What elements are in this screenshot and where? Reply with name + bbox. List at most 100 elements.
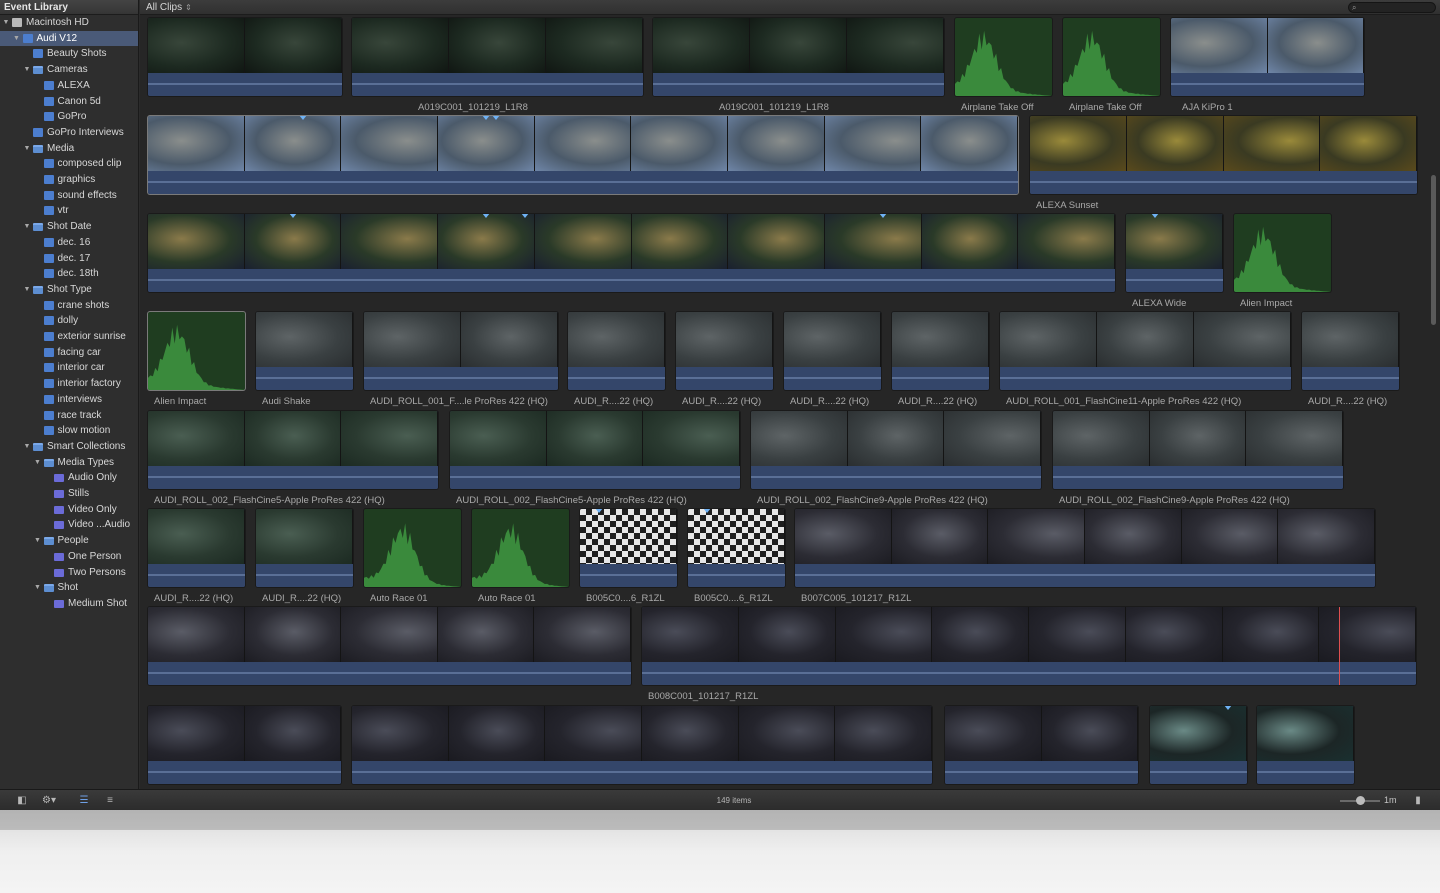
video-clip[interactable] <box>148 411 438 489</box>
video-clip[interactable] <box>148 214 1115 292</box>
video-clip[interactable] <box>945 706 1138 784</box>
disclosure-triangle-icon[interactable]: ▼ <box>23 141 31 156</box>
sidebar-item[interactable]: dec. 17 <box>0 251 138 267</box>
clip-zoom-knob[interactable] <box>1356 796 1365 805</box>
video-clip[interactable] <box>580 509 677 587</box>
video-clip[interactable] <box>688 509 785 587</box>
sidebar-item[interactable]: interior factory <box>0 376 138 392</box>
marker-icon[interactable] <box>1223 706 1232 710</box>
video-clip[interactable] <box>568 312 665 390</box>
video-clip[interactable] <box>352 18 643 96</box>
video-clip[interactable] <box>1000 312 1291 390</box>
video-clip[interactable] <box>751 411 1041 489</box>
sidebar-item[interactable]: Stills <box>0 486 138 502</box>
sidebar-item[interactable]: dec. 16 <box>0 235 138 251</box>
sidebar-item[interactable]: slow motion <box>0 423 138 439</box>
sidebar-item[interactable]: vtr <box>0 203 138 219</box>
sidebar-item[interactable]: race track <box>0 408 138 424</box>
sidebar-item[interactable]: crane shots <box>0 298 138 314</box>
audio-clip[interactable] <box>472 509 569 587</box>
sidebar-item[interactable]: composed clip <box>0 156 138 172</box>
clip-appearance-button[interactable]: ▮ <box>1410 794 1426 807</box>
marker-icon[interactable] <box>703 509 712 513</box>
audio-clip[interactable] <box>364 509 461 587</box>
video-clip[interactable] <box>148 116 1018 194</box>
sidebar-item[interactable]: dec. 18th <box>0 266 138 282</box>
disclosure-triangle-icon[interactable]: ▼ <box>34 455 42 470</box>
sidebar-item[interactable]: interviews <box>0 392 138 408</box>
sidebar-item[interactable]: GoPro Interviews <box>0 125 138 141</box>
video-clip[interactable] <box>364 312 558 390</box>
sidebar-item[interactable]: sound effects <box>0 188 138 204</box>
video-clip[interactable] <box>892 312 989 390</box>
marker-icon[interactable] <box>492 116 500 120</box>
marker-icon[interactable] <box>482 214 491 218</box>
sidebar-item[interactable]: ▼ Shot Type <box>0 282 138 298</box>
video-clip[interactable] <box>1053 411 1343 489</box>
sidebar-item[interactable]: GoPro <box>0 109 138 125</box>
filmstrip-view-button[interactable]: ☰ <box>74 794 94 807</box>
marker-icon[interactable] <box>289 214 298 218</box>
marker-icon[interactable] <box>878 214 887 218</box>
search-field[interactable]: ⌕ <box>1348 2 1436 13</box>
disclosure-triangle-icon[interactable]: ▼ <box>2 15 10 30</box>
marker-icon[interactable] <box>1151 214 1160 218</box>
action-menu-button[interactable]: ⚙▾ <box>36 794 62 807</box>
video-clip[interactable] <box>1171 18 1364 96</box>
sidebar-item[interactable]: ▼ Smart Collections <box>0 439 138 455</box>
disclosure-triangle-icon[interactable]: ▼ <box>34 580 42 595</box>
sidebar-item[interactable]: ▼ Media Types <box>0 455 138 471</box>
video-clip[interactable] <box>784 312 881 390</box>
sidebar-item[interactable]: ▼ Audi V12 <box>0 30 138 47</box>
video-clip[interactable] <box>352 706 932 784</box>
clip-filter-popup[interactable]: All Clips ⇕ <box>146 0 192 15</box>
video-clip[interactable] <box>795 509 1375 587</box>
sidebar-item[interactable]: interior car <box>0 360 138 376</box>
browser-scrollbar[interactable] <box>1428 15 1440 789</box>
sidebar-item[interactable]: graphics <box>0 172 138 188</box>
scrollbar-thumb[interactable] <box>1431 175 1436 325</box>
sidebar-item[interactable]: ▼ Macintosh HD <box>0 15 138 31</box>
disclosure-triangle-icon[interactable]: ▼ <box>34 533 42 548</box>
disclosure-triangle-icon[interactable]: ▼ <box>23 439 31 454</box>
marker-icon[interactable] <box>298 116 307 120</box>
sidebar-item[interactable]: dolly <box>0 313 138 329</box>
sidebar-item[interactable]: ALEXA <box>0 78 138 94</box>
video-clip[interactable] <box>148 607 631 685</box>
video-clip[interactable] <box>1126 214 1223 292</box>
disclosure-triangle-icon[interactable]: ▼ <box>23 62 31 77</box>
video-clip[interactable] <box>256 312 353 390</box>
sidebar-item[interactable]: Medium Shot <box>0 596 138 612</box>
list-view-button[interactable]: ≡ <box>100 794 120 807</box>
audio-clip[interactable] <box>955 18 1052 96</box>
sidebar-item[interactable]: ▼ Shot Date <box>0 219 138 235</box>
sidebar-item[interactable]: Beauty Shots <box>0 46 138 62</box>
video-clip[interactable] <box>653 18 944 96</box>
audio-clip[interactable] <box>1234 214 1331 292</box>
video-clip[interactable] <box>148 509 245 587</box>
disclosure-triangle-icon[interactable]: ▼ <box>13 31 21 46</box>
video-clip[interactable] <box>1030 116 1417 194</box>
sidebar-item[interactable]: One Person <box>0 549 138 565</box>
video-clip[interactable] <box>1302 312 1399 390</box>
disclosure-triangle-icon[interactable]: ▼ <box>23 282 31 297</box>
marker-icon[interactable] <box>521 214 530 218</box>
sidebar-item[interactable]: Two Persons <box>0 565 138 581</box>
sidebar-item[interactable]: Video ...Audio <box>0 517 138 533</box>
sidebar-item[interactable]: exterior sunrise <box>0 329 138 345</box>
sidebar-item[interactable]: ▼ People <box>0 533 138 549</box>
video-clip[interactable] <box>676 312 773 390</box>
sidebar-item[interactable]: facing car <box>0 345 138 361</box>
sidebar-item[interactable]: ▼ Cameras <box>0 62 138 78</box>
video-clip[interactable] <box>256 509 353 587</box>
toggle-library-button[interactable]: ◧ <box>12 794 32 807</box>
marker-icon[interactable] <box>482 116 491 120</box>
sidebar-item[interactable]: Audio Only <box>0 470 138 486</box>
sidebar-item[interactable]: ▼ Media <box>0 141 138 157</box>
video-clip[interactable] <box>450 411 740 489</box>
disclosure-triangle-icon[interactable]: ▼ <box>23 219 31 234</box>
audio-clip[interactable] <box>1063 18 1160 96</box>
video-clip[interactable] <box>642 607 1416 685</box>
video-clip[interactable] <box>148 18 342 96</box>
sidebar-item[interactable]: ▼ Shot <box>0 580 138 596</box>
